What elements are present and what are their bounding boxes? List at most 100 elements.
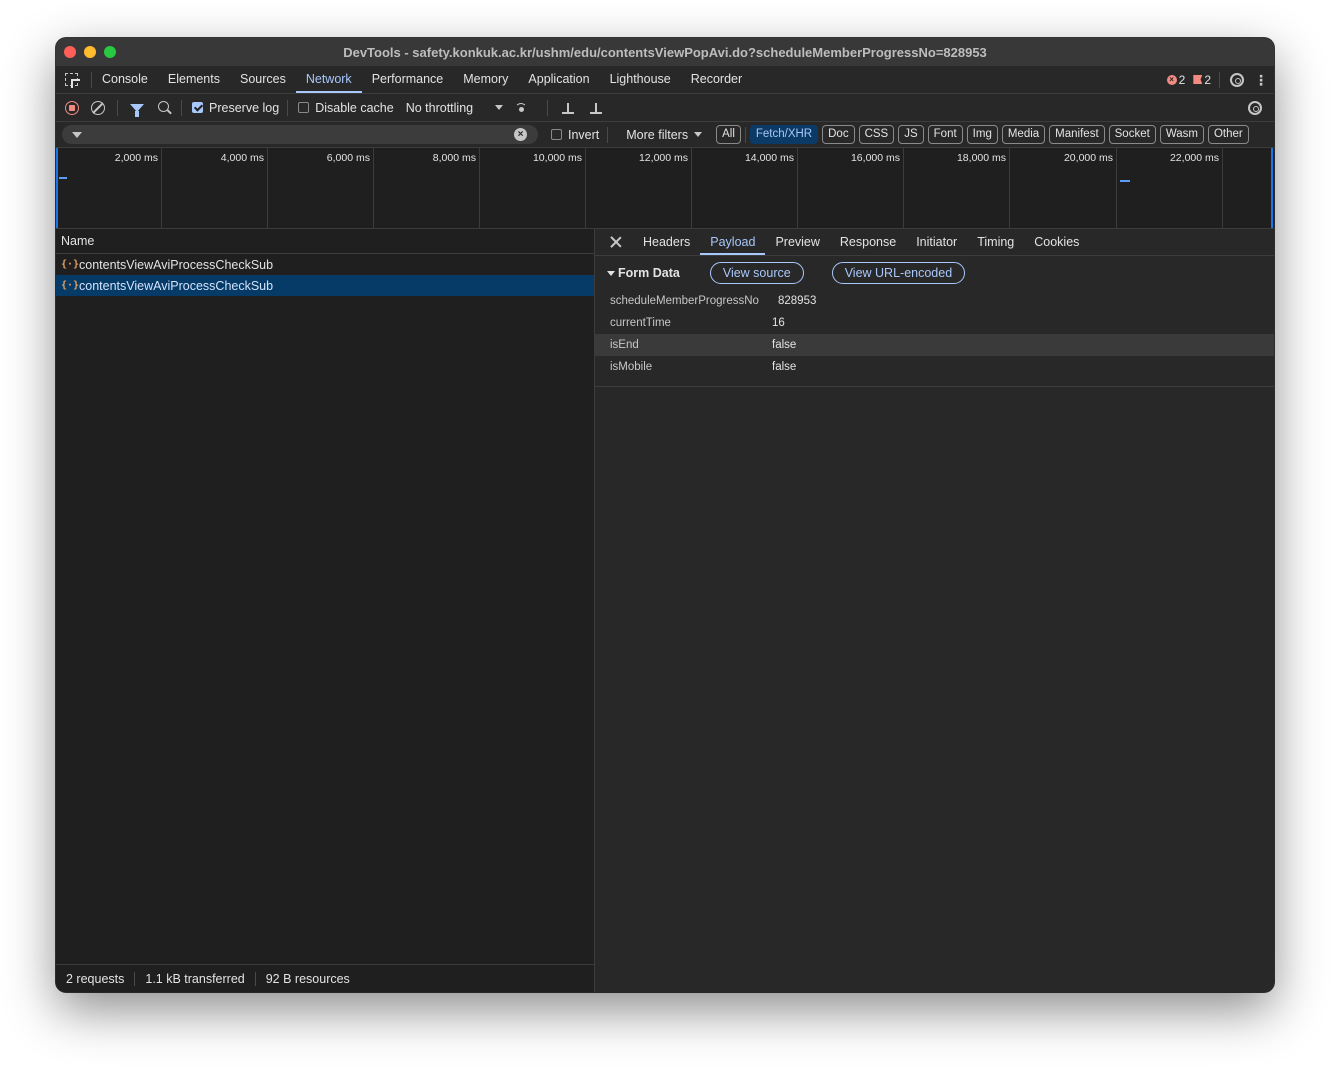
chip-doc[interactable]: Doc: [822, 125, 855, 144]
param-row: isEnd false: [595, 334, 1274, 356]
expand-triangle-icon: [607, 270, 615, 276]
timeline-tick: 22,000 ms: [1117, 148, 1223, 228]
request-row-selected[interactable]: {·} contentsViewAviProcessCheckSub: [56, 275, 594, 296]
timeline-right-handle[interactable]: [1271, 148, 1273, 228]
network-settings-gear-icon[interactable]: [1248, 100, 1262, 115]
chip-other[interactable]: Other: [1207, 125, 1249, 144]
request-list: Name {·} contentsViewAviProcessCheckSub …: [56, 229, 595, 992]
timeline-tick: 20,000 ms: [1010, 148, 1117, 228]
param-key: isMobile: [610, 361, 653, 373]
chip-fetch-xhr[interactable]: Fetch/XHR: [749, 125, 819, 144]
section-divider: [595, 378, 1274, 387]
tab-payload[interactable]: Payload: [700, 229, 766, 255]
param-value: 16: [772, 317, 785, 329]
tab-elements[interactable]: Elements: [158, 66, 230, 93]
filter-toggle-icon[interactable]: [130, 103, 144, 117]
chip-manifest[interactable]: Manifest: [1049, 125, 1105, 144]
tab-response[interactable]: Response: [830, 229, 906, 255]
issue-flag-icon: [1193, 75, 1203, 84]
tab-memory[interactable]: Memory: [453, 66, 518, 93]
issue-count: 2: [1204, 72, 1211, 87]
more-filters-dropdown[interactable]: More filters: [626, 128, 716, 142]
invert-checkbox[interactable]: [551, 129, 562, 140]
chip-css[interactable]: CSS: [858, 125, 895, 144]
maximize-window-button[interactable]: [104, 46, 116, 58]
filter-field[interactable]: ×: [62, 125, 538, 144]
param-value: false: [772, 339, 797, 351]
param-value: false: [772, 361, 797, 373]
chip-img[interactable]: Img: [966, 125, 998, 144]
timeline-tick: 14,000 ms: [692, 148, 798, 228]
network-conditions-icon[interactable]: [515, 102, 529, 113]
chip-media[interactable]: Media: [1001, 125, 1046, 144]
view-source-button[interactable]: View source: [709, 262, 804, 284]
tab-cookies[interactable]: Cookies: [1024, 229, 1089, 255]
stop-recording-icon[interactable]: [65, 100, 79, 115]
chip-font[interactable]: Font: [927, 125, 963, 144]
chip-all[interactable]: All: [716, 125, 741, 144]
error-count: 2: [1178, 72, 1186, 87]
export-har-icon[interactable]: [590, 102, 603, 114]
search-icon[interactable]: [158, 100, 169, 112]
tab-application[interactable]: Application: [518, 66, 599, 93]
close-window-button[interactable]: [64, 46, 76, 58]
chip-js[interactable]: JS: [898, 125, 924, 144]
param-row: currentTime 16: [595, 312, 1274, 334]
preserve-log-checkbox[interactable]: [192, 102, 203, 113]
tab-preview[interactable]: Preview: [765, 229, 829, 255]
window-title: DevTools - safety.konkuk.ac.kr/ushm/edu/…: [343, 44, 987, 60]
tab-network[interactable]: Network: [295, 66, 362, 93]
timeline-left-handle[interactable]: [56, 148, 58, 228]
view-url-encoded-button[interactable]: View URL-encoded: [831, 262, 966, 284]
tab-lighthouse[interactable]: Lighthouse: [600, 66, 681, 93]
inspect-element-icon[interactable]: [65, 72, 80, 88]
request-row[interactable]: {·} contentsViewAviProcessCheckSub: [56, 254, 594, 275]
timeline-tick: 8,000 ms: [374, 148, 480, 228]
settings-gear-icon[interactable]: [1230, 72, 1244, 87]
tab-performance[interactable]: Performance: [362, 66, 454, 93]
error-count-badge[interactable]: × 2: [1166, 72, 1186, 87]
close-detail-icon[interactable]: [609, 235, 623, 249]
resource-type-chips: All Fetch/XHR Doc CSS JS Font Img Media …: [716, 125, 1249, 144]
request-mark: [59, 177, 67, 179]
param-key: isEnd: [610, 339, 639, 351]
clear-filter-icon[interactable]: ×: [514, 128, 527, 141]
tab-timing[interactable]: Timing: [967, 229, 1024, 255]
timeline-tick: 18,000 ms: [904, 148, 1010, 228]
import-har-icon[interactable]: [562, 102, 575, 114]
invert-label[interactable]: Invert: [568, 128, 599, 142]
title-bar: DevTools - safety.konkuk.ac.kr/ushm/edu/…: [56, 38, 1274, 67]
divider: [744, 126, 746, 143]
disable-cache-label[interactable]: Disable cache: [315, 101, 394, 115]
divider: [117, 99, 118, 116]
filter-input[interactable]: [88, 126, 512, 143]
panel-tab-bar: Console Elements Sources Network Perform…: [56, 66, 1274, 94]
request-detail-pane: Headers Payload Preview Response Initiat…: [595, 229, 1274, 992]
tab-headers[interactable]: Headers: [633, 229, 700, 255]
network-overview-timeline[interactable]: 2,000 ms 4,000 ms 6,000 ms 8,000 ms 10,0…: [56, 148, 1274, 229]
tab-sources[interactable]: Sources: [230, 66, 296, 93]
more-options-icon[interactable]: ⋮: [1254, 73, 1268, 87]
form-data-title: Form Data: [618, 266, 680, 280]
issue-count-badge[interactable]: 2: [1193, 73, 1211, 87]
more-filters-label: More filters: [626, 127, 689, 142]
tab-initiator[interactable]: Initiator: [906, 229, 967, 255]
resources-size: 92 B resources: [265, 971, 350, 986]
disable-cache-checkbox[interactable]: [298, 102, 310, 113]
clear-log-icon[interactable]: [91, 100, 105, 115]
chip-wasm[interactable]: Wasm: [1159, 125, 1204, 144]
form-data-header[interactable]: Form Data View source View URL-encoded: [595, 256, 1274, 290]
tab-recorder[interactable]: Recorder: [681, 66, 752, 93]
timeline-tick: 6,000 ms: [268, 148, 374, 228]
preserve-log-label[interactable]: Preserve log: [209, 101, 279, 115]
name-column-header[interactable]: Name: [56, 229, 594, 254]
window-controls: [64, 46, 116, 58]
fetch-xhr-icon: {·}: [61, 259, 80, 270]
timeline-tick: 2,000 ms: [56, 148, 162, 228]
tab-console[interactable]: Console: [92, 66, 158, 93]
fetch-xhr-icon: {·}: [61, 280, 80, 291]
throttling-select[interactable]: No throttling: [406, 101, 515, 115]
minimize-window-button[interactable]: [84, 46, 96, 58]
param-value: 828953: [778, 295, 817, 307]
chip-socket[interactable]: Socket: [1108, 125, 1156, 144]
